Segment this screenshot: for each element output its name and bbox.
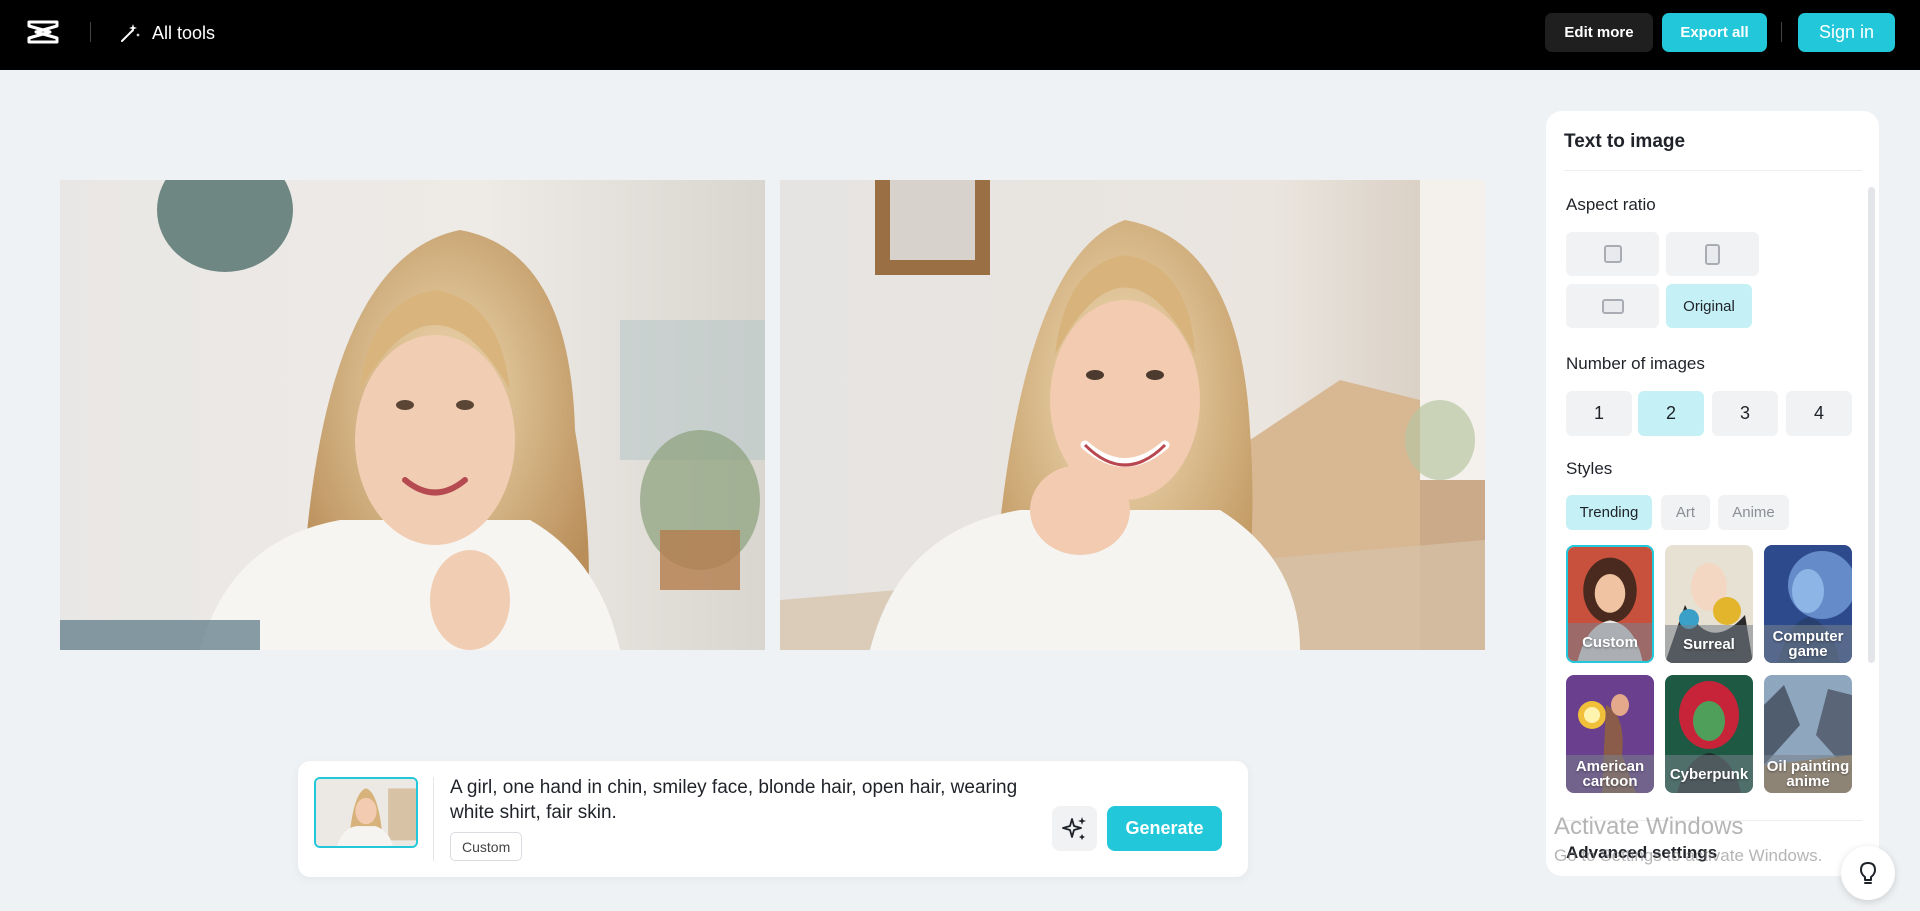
generated-image-1[interactable] — [60, 180, 765, 650]
styles-label: Styles — [1566, 459, 1613, 478]
generate-button[interactable]: Generate — [1107, 806, 1222, 851]
style-tab-trending[interactable]: Trending — [1566, 495, 1652, 530]
style-card-surreal[interactable]: Surreal — [1665, 545, 1753, 663]
landscape-ratio-icon — [1601, 298, 1624, 314]
square-ratio-icon — [1603, 245, 1622, 263]
style-card-american-cartoon[interactable]: American cartoon — [1566, 675, 1654, 793]
prompt-reference-thumbnail[interactable] — [314, 777, 418, 848]
portrait-ratio-icon — [1705, 243, 1720, 265]
aspect-ratio-square[interactable] — [1566, 232, 1659, 276]
aspect-ratio-portrait[interactable] — [1666, 232, 1759, 276]
prompt-divider — [433, 777, 434, 861]
edit-more-button[interactable]: Edit more — [1545, 13, 1653, 52]
style-tab-anime[interactable]: Anime — [1718, 495, 1789, 530]
style-card-label: Computer game — [1764, 625, 1852, 663]
top-bar: All tools Edit more Export all Sign in — [0, 0, 1920, 70]
style-card-oil-painting-anime[interactable]: Oil painting anime — [1764, 675, 1852, 793]
help-button[interactable] — [1841, 846, 1895, 900]
header-divider — [90, 22, 91, 42]
number-option-4[interactable]: 4 — [1786, 391, 1852, 436]
enhance-prompt-button[interactable] — [1052, 806, 1097, 851]
style-card-custom[interactable]: Custom — [1566, 545, 1654, 663]
style-card-label: Oil painting anime — [1764, 755, 1852, 793]
capcut-logo-icon[interactable] — [26, 16, 60, 48]
prompt-input[interactable]: A girl, one hand in chin, smiley face, b… — [450, 775, 1050, 825]
style-card-cyberpunk[interactable]: Cyberpunk — [1665, 675, 1753, 793]
generated-image-2[interactable] — [780, 180, 1485, 650]
magic-wand-icon — [121, 24, 140, 42]
panel-scrollbar[interactable] — [1868, 187, 1875, 663]
text-to-image-panel: Text to image Aspect ratio Original Numb… — [1546, 111, 1879, 876]
panel-title: Text to image — [1564, 131, 1686, 152]
style-card-label: Cyberpunk — [1665, 755, 1753, 793]
all-tools-label: All tools — [152, 22, 216, 43]
lightbulb-icon — [1860, 862, 1876, 884]
style-tab-art[interactable]: Art — [1661, 495, 1710, 530]
prompt-bar: A girl, one hand in chin, smiley face, b… — [298, 761, 1248, 877]
aspect-ratio-landscape[interactable] — [1566, 284, 1659, 328]
aspect-ratio-original[interactable]: Original — [1666, 284, 1752, 328]
style-card-label: Custom — [1568, 623, 1652, 661]
windows-activation-subtext: Go to Settings to activate Windows. — [1554, 846, 1823, 865]
number-of-images-label: Number of images — [1566, 354, 1705, 373]
aspect-ratio-label: Aspect ratio — [1566, 195, 1656, 214]
number-option-3[interactable]: 3 — [1712, 391, 1778, 436]
prompt-style-tag[interactable]: Custom — [450, 832, 523, 861]
header-divider — [1781, 22, 1782, 42]
panel-divider — [1564, 170, 1862, 171]
windows-activation-watermark: Activate Windows — [1554, 813, 1744, 840]
style-card-label: American cartoon — [1566, 755, 1654, 793]
sign-in-button[interactable]: Sign in — [1798, 13, 1895, 52]
number-option-1[interactable]: 1 — [1566, 391, 1632, 436]
all-tools-button[interactable]: All tools — [118, 18, 215, 48]
number-option-2[interactable]: 2 — [1638, 391, 1704, 436]
sparkle-icon — [1061, 816, 1086, 840]
style-card-label: Surreal — [1665, 625, 1753, 663]
export-all-button[interactable]: Export all — [1662, 13, 1767, 52]
style-card-computer-game[interactable]: Computer game — [1764, 545, 1852, 663]
